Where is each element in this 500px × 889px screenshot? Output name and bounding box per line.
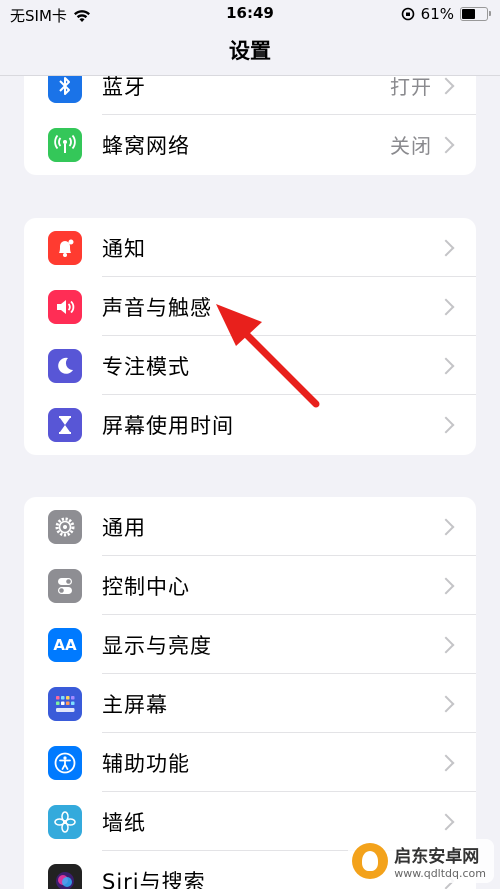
chevron-right-icon [437,77,455,94]
settings-row-notifications[interactable]: 通知 [24,218,476,277]
page-title: 设置 [0,30,500,76]
settings-row-sounds[interactable]: 声音与触感 [24,277,476,336]
gear-icon [48,509,82,544]
chevron-right-icon [437,357,455,374]
toggle-icon [48,568,82,603]
siri-icon [48,863,82,889]
settings-row-home-screen[interactable]: 主屏幕 [24,674,476,733]
watermark-name: 启东安卓网 [394,847,480,867]
row-label: 声音与触感 [102,295,212,320]
chevron-right-icon [437,754,455,771]
row-label: 通用 [102,515,146,540]
bell-icon [48,230,82,265]
row-label: 蜂窝网络 [102,133,190,158]
row-label: 辅助功能 [102,751,190,776]
watermark-logo-icon [352,843,389,879]
hourglass-icon [48,407,82,442]
chevron-right-icon [437,136,455,153]
row-label: 墙纸 [102,810,146,835]
row-label: 屏幕使用时间 [102,413,234,438]
row-label: 控制中心 [102,574,190,599]
orientation-lock-icon [401,7,414,21]
settings-row-control-center[interactable]: 控制中心 [24,556,476,615]
chevron-right-icon [437,577,455,594]
row-label: Siri与搜索 [102,869,206,889]
chevron-right-icon [437,416,455,433]
home-grid-icon [48,686,82,721]
settings-row-focus[interactable]: 专注模式 [24,336,476,395]
chevron-right-icon [437,518,455,535]
chevron-right-icon [437,813,455,830]
row-value: 关闭 [390,134,432,158]
speaker-icon [48,289,82,324]
accessibility-icon [48,745,82,780]
row-label: 主屏幕 [102,692,168,717]
battery-percent: 61% [420,5,454,23]
row-label: 通知 [102,236,146,261]
settings-group-general: 通用 控制中心 AA 显示与亮度 主屏幕 辅助功能 墙纸 Siri与搜索 [24,497,476,889]
cellular-icon [48,127,82,162]
status-bar: 无SIM卡 16:49 61% [0,0,500,28]
chevron-right-icon [437,298,455,315]
chevron-right-icon [437,695,455,712]
aa-icon: AA [48,627,82,662]
watermark: 启东安卓网 www.qdltdq.com [348,839,494,883]
status-right: 61% [401,5,491,23]
settings-group-notifications: 通知 声音与触感 专注模式 屏幕使用时间 [24,218,476,455]
settings-row-general[interactable]: 通用 [24,497,476,556]
settings-row-screen-time[interactable]: 屏幕使用时间 [24,395,476,454]
battery-icon [460,7,491,21]
flower-icon [48,804,82,839]
settings-row-accessibility[interactable]: 辅助功能 [24,733,476,792]
chevron-right-icon [437,239,455,256]
watermark-url: www.qdltdq.com [394,867,486,880]
settings-row-cellular[interactable]: 蜂窝网络 关闭 [24,115,476,174]
chevron-right-icon [437,636,455,653]
row-label: 专注模式 [102,354,190,379]
moon-icon [48,348,82,383]
settings-row-display[interactable]: AA 显示与亮度 [24,615,476,674]
row-label: 显示与亮度 [102,633,212,658]
